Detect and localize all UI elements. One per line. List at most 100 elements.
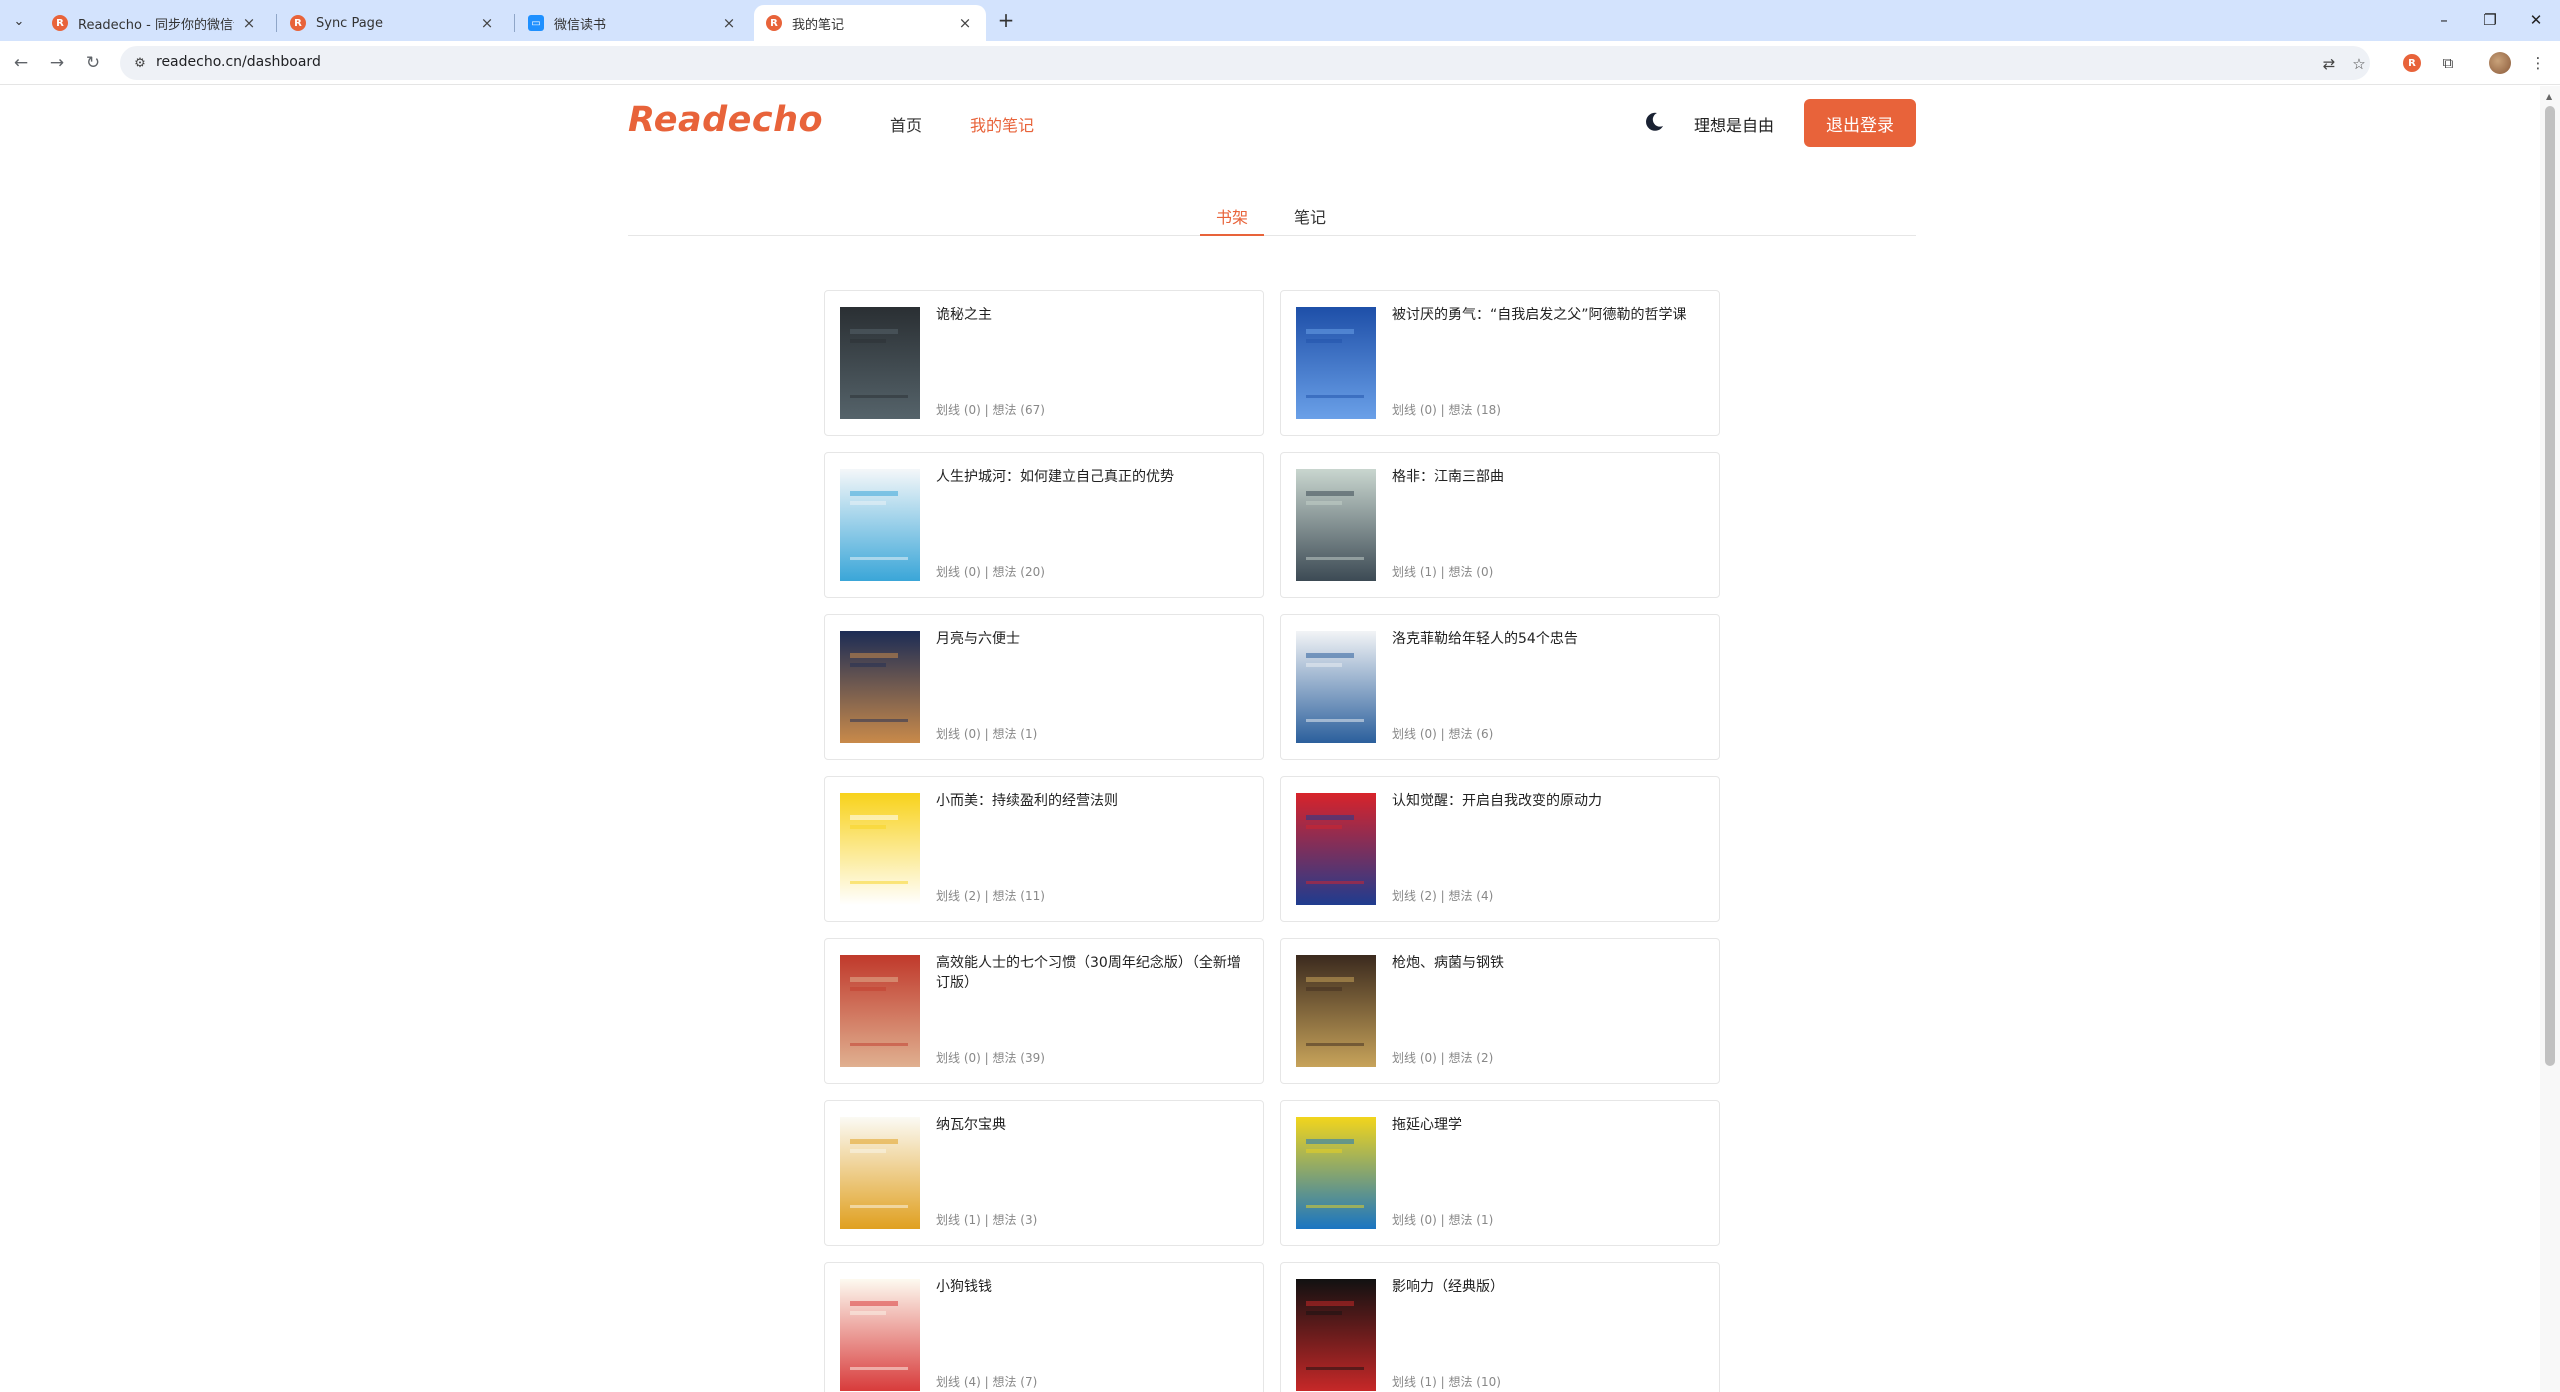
book-title[interactable]: 格非：江南三部曲 xyxy=(1392,467,1707,487)
browser-tab[interactable]: R Readecho - 同步你的微信读书 × xyxy=(40,5,270,41)
scroll-thumb[interactable] xyxy=(2545,106,2555,1066)
book-cover-art xyxy=(840,631,920,743)
book-card[interactable]: 小而美：持续盈利的经营法则 划线 (2) | 想法 (11) xyxy=(824,776,1264,922)
book-cover-art xyxy=(840,793,920,905)
book-cover[interactable] xyxy=(1296,307,1376,419)
site-logo[interactable]: Readecho xyxy=(628,100,823,140)
book-cover[interactable] xyxy=(840,307,920,419)
book-cover-art xyxy=(840,1117,920,1229)
book-cover[interactable] xyxy=(840,955,920,1067)
book-card[interactable]: 纳瓦尔宝典划线 (1) | 想法 (3) xyxy=(824,1100,1264,1246)
book-cover-art xyxy=(1296,307,1376,419)
book-card[interactable]: 月亮与六便士划线 (0) | 想法 (1) xyxy=(824,614,1264,760)
scroll-up-arrow-icon[interactable]: ▲ xyxy=(2546,92,2552,101)
book-card[interactable]: 影响力（经典版） 划线 (1) | 想法 (10) xyxy=(1280,1262,1720,1392)
url-text[interactable]: readecho.cn/dashboard xyxy=(156,54,321,70)
book-cover[interactable] xyxy=(840,631,920,743)
book-cover-art xyxy=(840,1279,920,1391)
book-title[interactable]: 高效能人士的七个习惯（30周年纪念版）（全新增订版） xyxy=(936,953,1251,993)
back-icon[interactable]: ← xyxy=(8,50,34,76)
book-card[interactable]: 人生护城河：如何建立自己真正的优势 划线 (0) | 想法 (20) xyxy=(824,452,1264,598)
reload-icon[interactable]: ↻ xyxy=(80,50,106,76)
book-card[interactable]: 高效能人士的七个习惯（30周年纪念版）（全新增订版） 划线 (0) | 想法 (3… xyxy=(824,938,1264,1084)
book-title[interactable]: 小而美：持续盈利的经营法则 xyxy=(936,791,1251,811)
book-cover-art xyxy=(1296,469,1376,581)
browser-tab[interactable]: ▭ 微信读书 × xyxy=(516,5,750,41)
minimize-icon[interactable]: – xyxy=(2422,0,2466,40)
book-cover[interactable] xyxy=(1296,631,1376,743)
book-cover[interactable] xyxy=(840,469,920,581)
tab-title: 微信读书 xyxy=(554,17,607,33)
book-card[interactable]: 拖延心理学划线 (0) | 想法 (1) xyxy=(1280,1100,1720,1246)
tab-title: 我的笔记 xyxy=(792,17,845,33)
book-card[interactable]: 诡秘之主 划线 (0) | 想法 (67) xyxy=(824,290,1264,436)
book-title[interactable]: 纳瓦尔宝典 xyxy=(936,1115,1251,1135)
readecho-icon: R xyxy=(52,15,68,31)
book-cover[interactable] xyxy=(1296,469,1376,581)
close-icon[interactable]: × xyxy=(720,14,738,32)
book-title[interactable]: 枪炮、病菌与钢铁 xyxy=(1392,953,1707,973)
book-stats: 划线 (0) | 想法 (1) xyxy=(936,727,1038,741)
readecho-extension-icon[interactable]: R xyxy=(2400,51,2424,75)
book-cover-art xyxy=(840,307,920,419)
menu-icon[interactable]: ⋮ xyxy=(2526,51,2550,75)
book-cover-art xyxy=(1296,631,1376,743)
close-icon[interactable]: × xyxy=(956,14,974,32)
book-cover[interactable] xyxy=(840,1279,920,1391)
close-icon[interactable]: × xyxy=(478,14,496,32)
profile-avatar[interactable] xyxy=(2488,51,2512,75)
new-tab-icon[interactable]: + xyxy=(994,8,1018,32)
close-window-icon[interactable]: ✕ xyxy=(2514,0,2558,40)
nav-home[interactable]: 首页 xyxy=(890,112,922,136)
book-title[interactable]: 小狗钱钱 xyxy=(936,1277,1251,1297)
book-card[interactable]: 小狗钱钱划线 (4) | 想法 (7) xyxy=(824,1262,1264,1392)
tab-notes[interactable]: 笔记 xyxy=(1278,204,1342,236)
book-title[interactable]: 影响力（经典版） xyxy=(1392,1277,1707,1297)
book-title[interactable]: 洛克菲勒给年轻人的54个忠告 xyxy=(1392,629,1707,649)
book-stats: 划线 (0) | 想法 (18) xyxy=(1392,403,1501,417)
book-card[interactable]: 被讨厌的勇气：“自我启发之父”阿德勒的哲学课划线 (0) | 想法 (18) xyxy=(1280,290,1720,436)
site-header: Readecho 首页 我的笔记 理想是自由 退出登录 xyxy=(628,86,1916,162)
book-stats: 划线 (4) | 想法 (7) xyxy=(936,1375,1038,1389)
nav-my-notes[interactable]: 我的笔记 xyxy=(970,112,1034,136)
browser-tab[interactable]: R Sync Page × xyxy=(278,5,508,41)
browser-tab-active[interactable]: R 我的笔记 × xyxy=(754,5,986,41)
forward-icon[interactable]: → xyxy=(44,50,70,76)
logout-button[interactable]: 退出登录 xyxy=(1804,99,1916,147)
book-stats: 划线 (0) | 想法 (2) xyxy=(1392,1051,1494,1065)
site-info-icon[interactable]: ⚙ xyxy=(130,53,150,73)
book-title[interactable]: 拖延心理学 xyxy=(1392,1115,1707,1135)
book-cover[interactable] xyxy=(1296,1279,1376,1391)
book-cover[interactable] xyxy=(840,793,920,905)
bookmark-star-icon[interactable]: ☆ xyxy=(2348,53,2370,75)
book-cover[interactable] xyxy=(1296,793,1376,905)
restore-icon[interactable]: ❐ xyxy=(2468,0,2512,40)
book-cover[interactable] xyxy=(840,1117,920,1229)
page-scrollbar[interactable]: ▲ xyxy=(2540,86,2560,1392)
book-card[interactable]: 枪炮、病菌与钢铁划线 (0) | 想法 (2) xyxy=(1280,938,1720,1084)
book-cover-art xyxy=(840,955,920,1067)
book-cover-art xyxy=(840,469,920,581)
book-stats: 划线 (2) | 想法 (4) xyxy=(1392,889,1494,903)
extensions-icon[interactable]: ⧉ xyxy=(2436,51,2460,75)
translate-icon[interactable]: ⇄ xyxy=(2318,53,2340,75)
book-card[interactable]: 洛克菲勒给年轻人的54个忠告 划线 (0) | 想法 (6) xyxy=(1280,614,1720,760)
book-card[interactable]: 格非：江南三部曲划线 (1) | 想法 (0) xyxy=(1280,452,1720,598)
book-stats: 划线 (1) | 想法 (3) xyxy=(936,1213,1038,1227)
tab-search-icon[interactable]: ⌄ xyxy=(6,8,32,34)
browser-toolbar: ← → ↻ ⚙ readecho.cn/dashboard ⇄ ☆ R ⧉ ⋮ xyxy=(0,41,2560,85)
book-stats: 划线 (0) | 想法 (1) xyxy=(1392,1213,1494,1227)
tab-bookshelf[interactable]: 书架 xyxy=(1200,204,1264,236)
close-icon[interactable]: × xyxy=(240,14,258,32)
book-stats: 划线 (1) | 想法 (0) xyxy=(1392,565,1494,579)
book-cover[interactable] xyxy=(1296,1117,1376,1229)
book-title[interactable]: 认知觉醒：开启自我改变的原动力 xyxy=(1392,791,1707,811)
book-title[interactable]: 诡秘之主 xyxy=(936,305,1251,325)
dark-mode-moon-icon[interactable] xyxy=(1640,108,1668,136)
address-bar[interactable]: ⚙ readecho.cn/dashboard ⇄ ☆ xyxy=(120,46,2370,80)
book-title[interactable]: 被讨厌的勇气：“自我启发之父”阿德勒的哲学课 xyxy=(1392,305,1707,325)
book-title[interactable]: 人生护城河：如何建立自己真正的优势 xyxy=(936,467,1251,487)
book-cover[interactable] xyxy=(1296,955,1376,1067)
book-title[interactable]: 月亮与六便士 xyxy=(936,629,1251,649)
book-card[interactable]: 认知觉醒：开启自我改变的原动力划线 (2) | 想法 (4) xyxy=(1280,776,1720,922)
